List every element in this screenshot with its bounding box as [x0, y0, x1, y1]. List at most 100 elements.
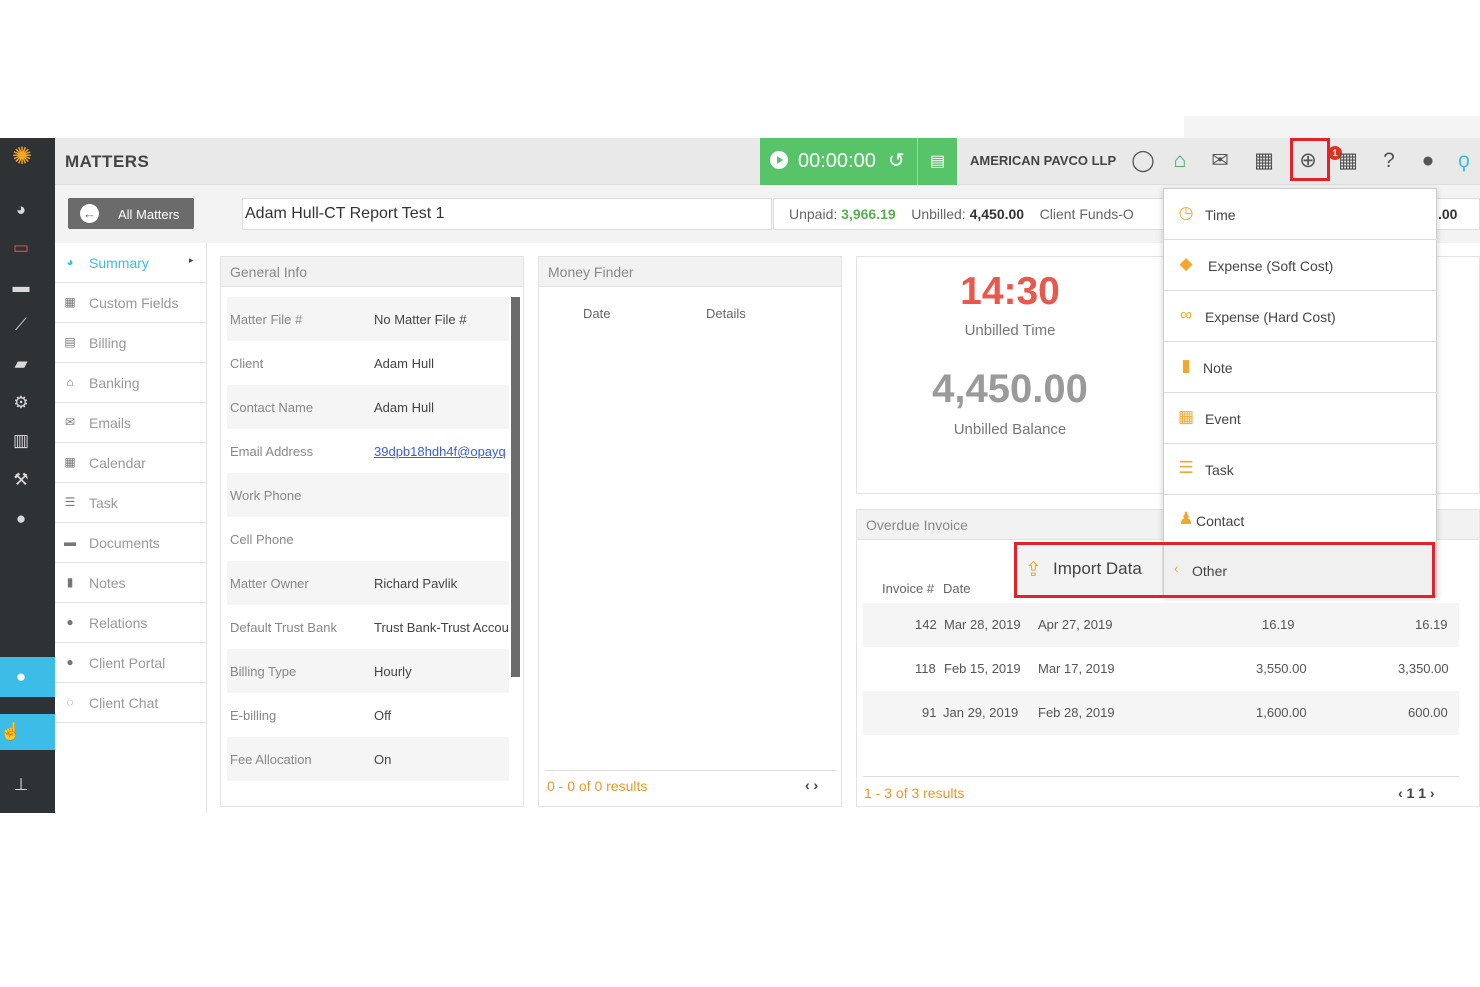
submenu-item-documents[interactable]: ▬ Documents: [55, 523, 207, 563]
menu-label: Expense (Hard Cost): [1205, 309, 1336, 325]
menu-label: Task: [1205, 462, 1234, 478]
invoice-date: Jan 29, 2019: [943, 705, 1019, 720]
timer-button[interactable]: 00:00:00 ↺: [760, 138, 917, 185]
grid-icon: ▦: [64, 295, 76, 309]
submenu-item-custom-fields[interactable]: ▦ Custom Fields: [55, 283, 207, 323]
column-header-details[interactable]: Details: [706, 306, 746, 321]
firm-name[interactable]: AMERICAN PAVCO LLP: [970, 153, 1116, 168]
bank-icon[interactable]: ⌂: [1167, 148, 1193, 174]
info-value: Trust Bank-Trust Account: [374, 620, 509, 635]
unbilled-balance-label: Unbilled Balance: [953, 421, 1067, 438]
menu-item-expense-soft[interactable]: ◆ Expense (Soft Cost): [1164, 240, 1438, 291]
book-icon[interactable]: ▰: [10, 353, 32, 375]
info-key: Matter Owner: [230, 576, 309, 591]
unpaid-value: 3,966.19: [841, 206, 896, 222]
help-icon[interactable]: ?: [1376, 148, 1402, 174]
pin-icon[interactable]: ⊥: [10, 774, 32, 796]
divider: [545, 770, 837, 771]
submenu-item-client-chat[interactable]: ◌ Client Chat: [55, 683, 207, 723]
submenu-item-relations[interactable]: ● Relations: [55, 603, 207, 643]
column-header-invoice[interactable]: Invoice #: [882, 581, 934, 596]
matter-name-field[interactable]: Adam Hull-CT Report Test 1: [242, 198, 772, 230]
menu-label: Note: [1203, 360, 1233, 376]
laptop-icon[interactable]: ▬: [10, 276, 32, 298]
envelope-icon: ✉: [64, 415, 76, 429]
file-icon: ▮: [1181, 356, 1191, 375]
column-header-date[interactable]: Date: [583, 306, 610, 321]
submenu-item-notes[interactable]: ▮ Notes: [55, 563, 207, 603]
info-key: Contact Name: [230, 400, 314, 415]
menu-item-time[interactable]: ◷ Time: [1164, 189, 1438, 240]
submenu-label: Client Portal: [89, 655, 166, 671]
invoice-amount: 16.19: [1262, 617, 1295, 632]
note-icon: ▮: [66, 575, 74, 589]
submenu-item-client-portal[interactable]: ● Client Portal: [55, 643, 207, 683]
unbilled-time-label: Unbilled Time: [964, 322, 1056, 339]
submenu-item-billing[interactable]: ▤ Billing: [55, 323, 207, 363]
lightbulb-icon[interactable]: ϙ: [1451, 148, 1477, 174]
gears-icon[interactable]: ⚙: [10, 392, 32, 414]
page-title: MATTERS: [65, 152, 150, 171]
dashboard-icon[interactable]: ◕: [10, 199, 32, 221]
reset-icon[interactable]: ↺: [888, 148, 905, 173]
all-matters-button[interactable]: ← All Matters: [68, 198, 194, 229]
chat-bubble-icon: ●: [15, 667, 27, 686]
submenu-item-task[interactable]: ☰ Task: [55, 483, 207, 523]
info-row: Client Adam Hull: [227, 341, 509, 385]
info-key: Default Trust Bank: [230, 620, 337, 635]
gavel-icon[interactable]: ⚒: [10, 469, 32, 491]
menu-item-note[interactable]: ▮ Note: [1164, 342, 1438, 393]
submenu-label: Custom Fields: [89, 295, 179, 311]
column-header-date[interactable]: Date: [943, 581, 970, 596]
unbilled-time-value: 14:30: [960, 270, 1060, 313]
comment-icon[interactable]: ◯: [1130, 148, 1156, 174]
info-row: Matter File # No Matter File #: [227, 297, 509, 341]
table-row[interactable]: 91 Jan 29, 2019 Feb 28, 2019 1,600.00 60…: [863, 691, 1459, 735]
info-key: Cell Phone: [230, 532, 294, 547]
menu-label: Event: [1205, 411, 1241, 427]
menu-item-contact[interactable]: ♟ Contact: [1164, 495, 1438, 546]
info-row: Billing Type Hourly: [227, 649, 509, 693]
info-key: Work Phone: [230, 488, 302, 503]
menu-item-task[interactable]: ☰ Task: [1164, 444, 1438, 495]
info-row: Email Address 39dpb18hdh4f@opayq: [227, 429, 509, 473]
menu-label: Contact: [1196, 513, 1245, 529]
highlight-import-other: [1014, 542, 1435, 598]
user-icon[interactable]: ●: [10, 508, 32, 530]
submenu-item-summary[interactable]: ◕ Summary ▸: [55, 243, 207, 283]
bank-icon: ⌂: [66, 375, 74, 389]
folder-icon: ▬: [64, 535, 76, 549]
scrollbar[interactable]: [511, 297, 520, 677]
chart-line-icon[interactable]: ⟋: [10, 314, 32, 336]
tags-icon: ◆: [1179, 254, 1193, 273]
calendar-icon[interactable]: ▦: [1251, 148, 1277, 174]
info-value: Adam Hull: [374, 356, 434, 371]
top-strip: [1184, 116, 1480, 138]
pagination[interactable]: ‹ 1 1 ›: [1398, 785, 1435, 801]
menu-item-expense-hard[interactable]: ∞ Expense (Hard Cost): [1164, 291, 1438, 342]
timesheet-button[interactable]: ▤: [917, 138, 957, 185]
info-key: E-billing: [230, 708, 277, 723]
submenu-label: Task: [89, 495, 118, 511]
table-row[interactable]: 118 Feb 15, 2019 Mar 17, 2019 3,550.00 3…: [863, 647, 1459, 691]
email-link[interactable]: 39dpb18hdh4f@opayq: [374, 444, 509, 459]
submenu-item-calendar[interactable]: ▦ Calendar: [55, 443, 207, 483]
menu-item-event[interactable]: ▦ Event: [1164, 393, 1438, 444]
submenu-item-emails[interactable]: ✉ Emails: [55, 403, 207, 443]
pagination[interactable]: ‹ ›: [805, 777, 818, 793]
envelope-icon[interactable]: ✉: [1207, 148, 1233, 174]
user-profile-icon[interactable]: ●: [1415, 148, 1441, 174]
timer-value: 00:00:00: [798, 150, 876, 172]
submenu-item-banking[interactable]: ⌂ Banking: [55, 363, 207, 403]
like-button[interactable]: ☝: [0, 714, 55, 750]
film-icon[interactable]: ▦: [1335, 148, 1361, 174]
panel-title: General Info: [221, 257, 523, 287]
table-row[interactable]: 142 Mar 28, 2019 Apr 27, 2019 16.19 16.1…: [863, 603, 1459, 647]
invoice-date: Feb 15, 2019: [944, 661, 1021, 676]
bar-chart-icon[interactable]: ▥: [10, 430, 32, 452]
submenu-label: Documents: [89, 535, 160, 551]
chat-button[interactable]: ●: [0, 657, 55, 697]
timesheet-icon: ▤: [929, 153, 946, 170]
info-key: Email Address: [230, 444, 314, 459]
folder-icon[interactable]: ▭: [10, 237, 32, 259]
